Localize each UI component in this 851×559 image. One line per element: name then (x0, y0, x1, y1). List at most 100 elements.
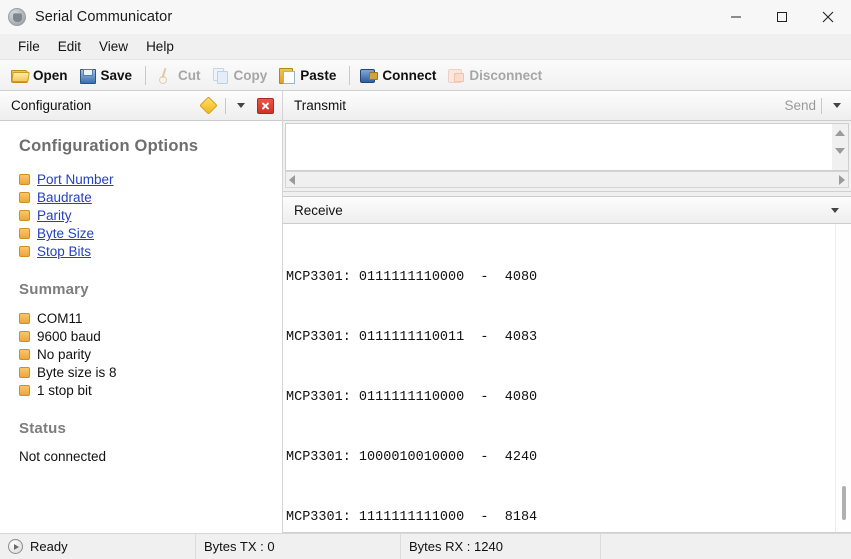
paste-button[interactable]: Paste (274, 63, 343, 88)
receive-vertical-scrollbar[interactable] (835, 224, 851, 532)
summary-item-parity: No parity (19, 346, 282, 363)
bullet-icon (19, 313, 30, 324)
transmit-vertical-scrollbar[interactable] (832, 123, 849, 171)
transmit-input-row (283, 121, 851, 171)
status-spacer-cell (601, 534, 851, 559)
main-body: Configuration Configuration Options Port… (0, 91, 851, 533)
status-bytes-rx-cell: Bytes RX : 1240 (401, 534, 601, 559)
configuration-options-heading: Configuration Options (19, 137, 282, 156)
receive-log-line: MCP3301: 0111111110011 - 4083 (286, 328, 835, 348)
triangle-right-icon[interactable] (839, 175, 845, 185)
menu-help[interactable]: Help (137, 36, 183, 57)
close-window-button[interactable] (805, 0, 851, 34)
menu-file[interactable]: File (9, 36, 49, 57)
transmit-input[interactable] (285, 123, 832, 171)
transmit-horizontal-scrollbar[interactable] (285, 171, 849, 188)
cut-button-label: Cut (178, 68, 201, 83)
configuration-panel: Configuration Configuration Options Port… (0, 91, 283, 533)
paste-button-label: Paste (300, 68, 336, 83)
bullet-icon (19, 331, 30, 342)
plug-disconnect-icon (447, 67, 464, 83)
receive-scrollbar-thumb[interactable] (842, 486, 846, 520)
summary-item-byte-size: Byte size is 8 (19, 364, 282, 381)
summary-item-label: 9600 baud (37, 328, 101, 345)
bullet-icon (19, 246, 30, 257)
configuration-panel-content: Configuration Options Port Number Baudra… (0, 121, 282, 533)
receive-log-line: MCP3301: 0111111110000 - 4080 (286, 388, 835, 408)
copy-icon (212, 67, 229, 83)
copy-button-label: Copy (234, 68, 268, 83)
summary-list: COM11 9600 baud No parity Byte size is 8 (19, 310, 282, 399)
minimize-button[interactable] (713, 0, 759, 34)
triangle-down-icon (835, 148, 845, 154)
config-option-stop-bits[interactable]: Stop Bits (19, 243, 282, 260)
bullet-icon (19, 367, 30, 378)
title-bar: Serial Communicator (0, 0, 851, 34)
menu-view[interactable]: View (90, 36, 137, 57)
chevron-down-icon (831, 208, 839, 213)
play-status-icon (8, 539, 23, 554)
receive-log[interactable]: MCP3301: 0111111110000 - 4080 MCP3301: 0… (283, 224, 835, 532)
config-option-label[interactable]: Baudrate (37, 189, 92, 206)
bullet-icon (19, 385, 30, 396)
save-button[interactable]: Save (75, 63, 140, 88)
chevron-down-icon (237, 103, 245, 108)
open-button-label: Open (33, 68, 68, 83)
configuration-panel-title: Configuration (11, 98, 201, 113)
summary-item-baudrate: 9600 baud (19, 328, 282, 345)
transmit-panel: Transmit Send (283, 91, 851, 192)
receive-body: MCP3301: 0111111110000 - 4080 MCP3301: 0… (283, 224, 851, 533)
scissors-icon (156, 67, 173, 83)
folder-icon (11, 67, 28, 83)
config-option-label[interactable]: Byte Size (37, 225, 94, 242)
serial-app-icon (8, 8, 26, 26)
config-option-baudrate[interactable]: Baudrate (19, 189, 282, 206)
status-bytes-tx-cell: Bytes TX : 0 (196, 534, 401, 559)
maximize-button[interactable] (759, 0, 805, 34)
connection-status-value: Not connected (19, 449, 282, 464)
close-icon (822, 11, 834, 23)
menu-edit[interactable]: Edit (49, 36, 90, 57)
transmit-menu-button[interactable] (827, 94, 847, 118)
config-option-parity[interactable]: Parity (19, 207, 282, 224)
summary-item-stop-bits: 1 stop bit (19, 382, 282, 399)
toolbar-separator-2 (349, 66, 350, 85)
transmit-panel-header: Transmit Send (283, 91, 851, 121)
maximize-icon (776, 11, 788, 23)
config-option-port-number[interactable]: Port Number (19, 171, 282, 188)
summary-item-port: COM11 (19, 310, 282, 327)
config-option-label[interactable]: Stop Bits (37, 243, 91, 260)
triangle-left-icon[interactable] (289, 175, 295, 185)
paste-icon (278, 67, 295, 83)
bullet-icon (19, 174, 30, 185)
config-option-byte-size[interactable]: Byte Size (19, 225, 282, 242)
menu-bar: File Edit View Help (0, 34, 851, 60)
transmit-scroll-up-button[interactable] (832, 124, 848, 142)
summary-item-label: COM11 (37, 310, 83, 327)
connect-button[interactable]: Connect (356, 63, 443, 88)
plug-connect-icon (360, 67, 377, 83)
status-ready-cell: Ready (0, 534, 196, 559)
bullet-icon (19, 210, 30, 221)
open-button[interactable]: Open (7, 63, 75, 88)
receive-log-line: MCP3301: 0111111110000 - 4080 (286, 268, 835, 288)
application-window: Serial Communicator File Edit View Help … (0, 0, 851, 559)
bullet-icon (19, 349, 30, 360)
send-button: Send (784, 98, 816, 113)
receive-log-line: MCP3301: 1111111111000 - 8184 (286, 508, 835, 528)
receive-menu-button[interactable] (825, 198, 845, 222)
transmit-scroll-down-button[interactable] (832, 142, 848, 160)
disconnect-button: Disconnect (443, 63, 549, 88)
config-option-label[interactable]: Parity (37, 207, 72, 224)
pin-icon[interactable] (201, 98, 216, 113)
config-option-label[interactable]: Port Number (37, 171, 114, 188)
close-panel-button[interactable] (257, 98, 274, 114)
receive-panel-title: Receive (294, 203, 825, 218)
configuration-panel-header: Configuration (0, 91, 282, 121)
copy-button: Copy (208, 63, 275, 88)
panel-menu-button[interactable] (231, 94, 251, 118)
panel-header-separator (225, 98, 226, 114)
summary-item-label: Byte size is 8 (37, 364, 117, 381)
receive-log-line: MCP3301: 1000010010000 - 4240 (286, 448, 835, 468)
cut-button: Cut (152, 63, 208, 88)
